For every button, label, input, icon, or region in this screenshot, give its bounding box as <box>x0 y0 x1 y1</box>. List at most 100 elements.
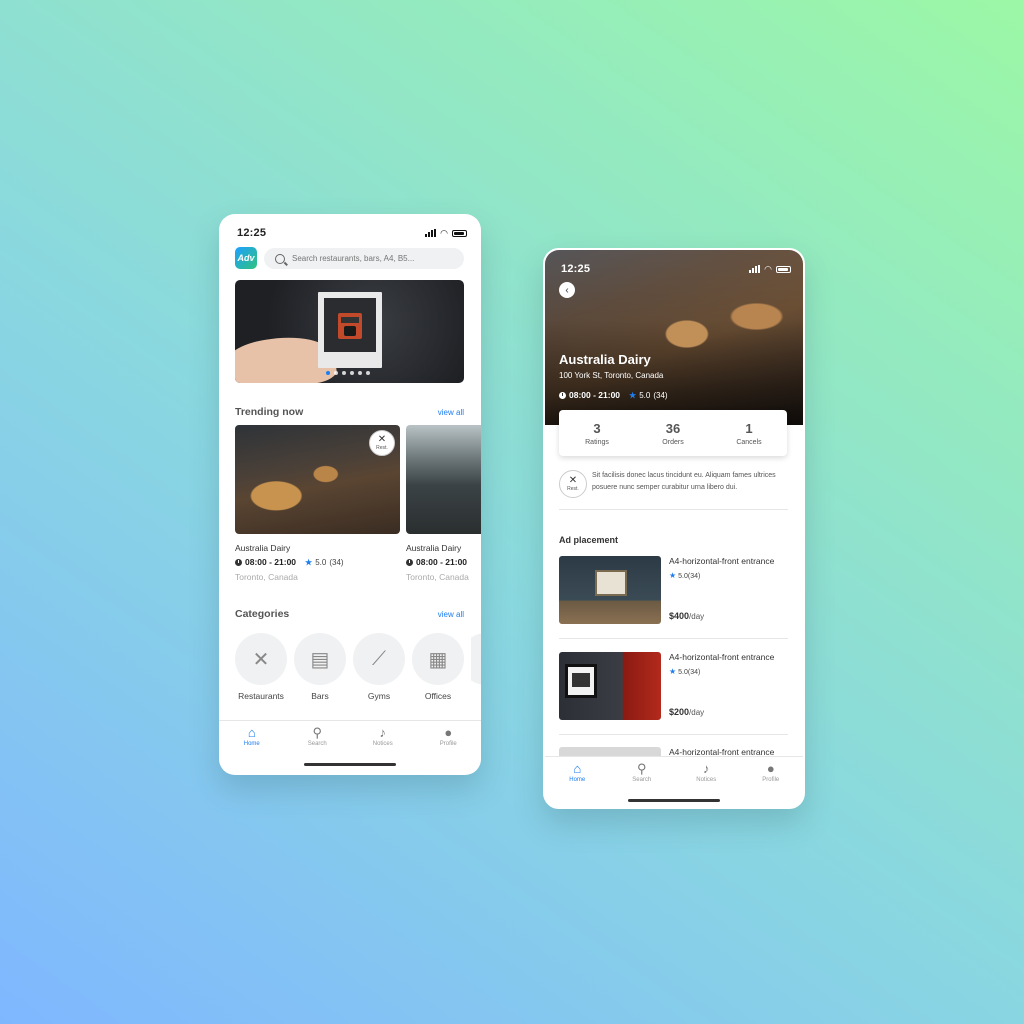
carousel-dot[interactable] <box>366 371 370 375</box>
battery-icon <box>776 265 791 273</box>
tabbar-divider <box>219 720 481 721</box>
ad-price: $200/day <box>669 707 705 717</box>
hours-text: 08:00 - 21:00 <box>416 557 468 567</box>
hours-text: 08:00 - 21:00 <box>245 557 297 567</box>
home-indicator <box>304 763 396 766</box>
trending-card[interactable]: ✕ Rest. Australia Dairy 08:00 - 21:00 ★ … <box>235 425 400 582</box>
star-icon: ★ <box>629 390 637 400</box>
category-restaurants[interactable]: ✕ Restaurants <box>235 633 287 701</box>
hours-row: 08:00 - 21:00 ★ 5.0 (34) <box>235 557 400 567</box>
restaurant-badge: ✕ Rest. <box>369 430 395 456</box>
hours-text: 08:00 - 21:00 <box>569 390 621 400</box>
rating-value: 5.0 <box>639 390 651 400</box>
signal-icon <box>425 229 437 237</box>
place-location: Toronto, Canada <box>406 572 469 582</box>
stat-ratings: 3 Ratings <box>585 420 609 446</box>
stat-cancels: 1 Cancels <box>736 420 762 446</box>
rating-count: (34) <box>329 557 344 567</box>
venue-detail-phone: 12:25 ◠ ‹ Australia Dairy 100 York St, T… <box>543 248 805 809</box>
tab-profile[interactable]: ● Profile <box>423 725 473 747</box>
tab-profile[interactable]: ● Profile <box>746 761 796 783</box>
section-divider <box>559 509 788 510</box>
ad-price: $400/day <box>669 611 705 621</box>
star-icon: ★ <box>669 667 677 676</box>
back-button[interactable]: ‹ <box>559 282 575 298</box>
ad-image <box>559 652 661 720</box>
carousel-dot[interactable] <box>334 371 338 375</box>
bell-icon: ♪ <box>703 761 710 776</box>
search-icon <box>275 253 285 264</box>
trending-view-all-link[interactable]: view all <box>438 408 464 417</box>
restaurant-badge: ✕ Rest. <box>559 470 587 498</box>
trending-card[interactable]: Australia Dairy 08:00 - 21:00 Toronto, C… <box>406 425 481 582</box>
fork-spoon-icon: ✕ <box>235 633 287 685</box>
wifi-icon: ◠ <box>764 264 772 274</box>
ad-placement-title: Ad placement <box>559 535 619 545</box>
tab-notices[interactable]: ♪ Notices <box>358 725 408 747</box>
app-logo: Adv <box>235 247 257 269</box>
ad-title: A4-horizontal-front entrance <box>669 556 775 566</box>
stat-orders: 36 Orders <box>662 420 684 446</box>
search-input[interactable] <box>292 254 442 263</box>
tab-home[interactable]: ⌂ Home <box>227 725 277 747</box>
tab-bar: ⌂ Home ⚲ Search ♪ Notices ● Profile <box>219 725 481 747</box>
tab-search[interactable]: ⚲ Search <box>617 761 667 783</box>
category-offices[interactable]: ▦ Offices <box>412 633 464 701</box>
clock-icon <box>235 558 242 566</box>
categories-title: Categories <box>235 608 290 620</box>
status-icons: ◠ <box>749 264 791 274</box>
ad-rating: ★ 5.0(34) <box>669 571 701 580</box>
category-bars[interactable]: ▤ Bars <box>294 633 346 701</box>
tab-bar: ⌂ Home ⚲ Search ♪ Notices ● Profile <box>545 761 803 783</box>
home-screen-phone: 12:25 ◠ Adv Trending now view all ✕ Rest <box>219 214 481 775</box>
venue-description: Sit facilisis donec lacus tincidunt eu. … <box>592 472 776 491</box>
ad-title: A4-horizontal-front entrance <box>669 652 775 662</box>
building-icon: ▦ <box>412 633 464 685</box>
battery-icon <box>452 229 467 237</box>
beer-icon: ▤ <box>294 633 346 685</box>
search-icon: ⚲ <box>312 725 323 740</box>
carousel-dot[interactable] <box>358 371 362 375</box>
star-icon: ★ <box>669 571 677 580</box>
rating-count: (34) <box>653 390 668 400</box>
place-location: Toronto, Canada <box>235 572 298 582</box>
carousel-dot[interactable] <box>326 371 330 375</box>
status-time: 12:25 <box>237 227 267 239</box>
dumbbell-icon: ⟋ <box>353 633 405 685</box>
more-category-icon <box>471 633 481 685</box>
home-icon: ⌂ <box>247 725 256 740</box>
ad-rating: ★ 5.0(34) <box>669 667 701 676</box>
category-gyms[interactable]: ⟋ Gyms <box>353 633 405 701</box>
carousel-dot[interactable] <box>350 371 354 375</box>
search-bar[interactable] <box>264 248 464 269</box>
carousel-dots[interactable] <box>326 371 370 375</box>
person-icon: ● <box>766 761 775 776</box>
star-icon: ★ <box>305 557 313 567</box>
ad-item[interactable]: A4-horizontal-front entrance ★ 5.0(34) $… <box>559 652 788 722</box>
status-icons: ◠ <box>425 228 467 238</box>
venue-hours: 08:00 - 21:00 ★ 5.0 (34) <box>559 390 668 400</box>
chevron-left-icon: ‹ <box>565 284 569 296</box>
venue-address: 100 York St, Toronto, Canada <box>559 371 664 380</box>
tab-notices[interactable]: ♪ Notices <box>681 761 731 783</box>
trending-title: Trending now <box>235 406 304 418</box>
wifi-icon: ◠ <box>440 228 448 238</box>
ad-item[interactable]: A4-horizontal-front entrance ★ 5.0(34) $… <box>559 556 788 626</box>
rating-value: 5.0 <box>315 557 327 567</box>
carousel-dot[interactable] <box>342 371 346 375</box>
fork-knife-icon: ✕ <box>568 475 578 486</box>
venue-name: Australia Dairy <box>559 352 651 367</box>
promo-banner[interactable] <box>235 280 464 383</box>
fork-knife-icon: ✕ <box>377 434 387 445</box>
trending-card-image: ✕ Rest. <box>235 425 400 534</box>
category-more[interactable] <box>471 633 481 701</box>
place-name: Australia Dairy <box>406 543 462 553</box>
tab-search[interactable]: ⚲ Search <box>292 725 342 747</box>
categories-view-all-link[interactable]: view all <box>438 610 464 619</box>
tab-home[interactable]: ⌂ Home <box>552 761 602 783</box>
status-time: 12:25 <box>561 263 591 275</box>
home-indicator <box>628 799 720 802</box>
clock-icon <box>559 391 566 399</box>
polaroid-image <box>318 292 382 368</box>
home-icon: ⌂ <box>573 761 582 776</box>
